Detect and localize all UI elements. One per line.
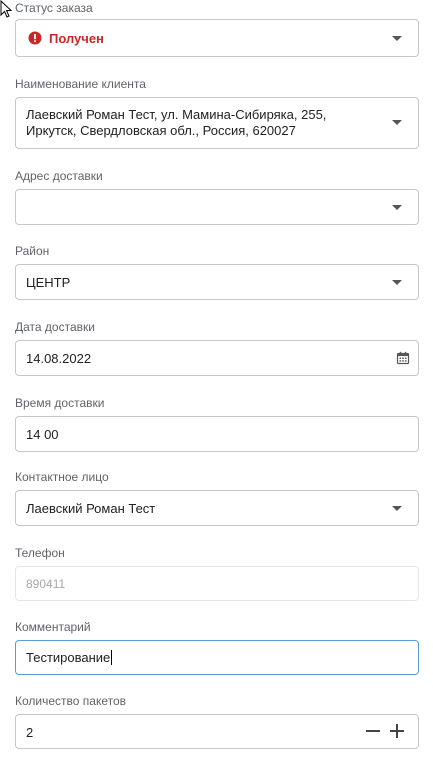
client-name-value: Лаевский Роман Тест, ул. Мамина-Сибиряка… [26,107,327,138]
contact-person-select[interactable]: Лаевский Роман Тест [15,490,419,526]
delivery-date-value: 14.08.2022 [26,351,92,366]
comment-value-wrap: Тестирование [26,650,113,665]
plus-icon[interactable] [390,724,404,738]
text-caret [111,650,113,665]
comment-input[interactable]: Тестирование [15,640,419,675]
district-select[interactable]: ЦЕНТР [15,264,419,300]
phone-label: Телефон [15,546,65,560]
delivery-time-label: Время доставки [15,396,105,410]
delivery-time-input[interactable]: 14 00 [15,416,419,452]
chevron-down-icon [392,36,402,41]
package-count-value: 2 [26,725,34,740]
chevron-down-icon [392,506,402,511]
district-label: Район [15,244,50,258]
delivery-address-label: Адрес доставки [15,169,103,183]
order-status-value: Получен [49,31,104,46]
comment-value: Тестирование [26,650,111,665]
phone-input: 890411 [15,566,419,601]
phone-value: 890411 [26,577,66,591]
delivery-time-value: 14 00 [26,427,59,442]
chevron-down-icon [392,205,402,210]
order-status-select[interactable]: Получен [15,19,419,57]
delivery-address-select[interactable] [15,189,419,225]
package-count-stepper[interactable]: 2 [15,714,419,749]
delivery-date-label: Дата доставки [15,320,95,334]
alert-circle-icon [28,31,42,45]
chevron-down-icon [392,280,402,285]
package-count-label: Количество пакетов [15,694,127,708]
minus-icon[interactable] [366,724,380,738]
delivery-date-input[interactable]: 14.08.2022 [15,340,419,376]
order-status-label: Статус заказа [15,1,93,15]
calendar-icon[interactable] [396,351,410,365]
comment-label: Комментарий [15,620,91,634]
contact-person-label: Контактное лицо [15,470,109,484]
district-value: ЦЕНТР [26,275,71,290]
client-name-label: Наименование клиента [15,77,146,91]
chevron-down-icon [392,120,402,125]
client-name-select[interactable]: Лаевский Роман Тест, ул. Мамина-Сибиряка… [15,97,419,149]
mouse-pointer-icon [0,0,12,18]
contact-person-value: Лаевский Роман Тест [26,501,156,516]
